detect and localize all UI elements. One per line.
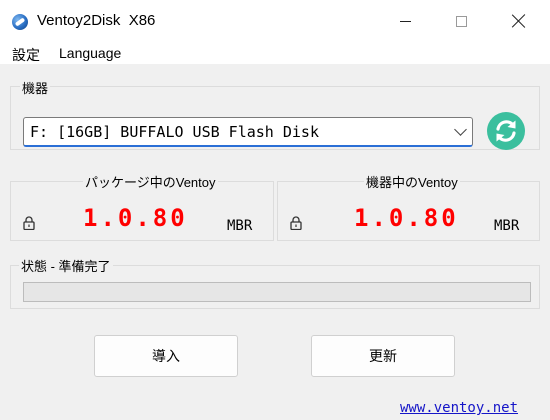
menu-settings[interactable]: 設定 [12, 45, 40, 65]
device-version-number: 1.0.80 [354, 204, 459, 232]
ventoy-app-icon [12, 14, 28, 30]
package-version-number: 1.0.80 [83, 204, 188, 232]
device-version-label: 機器中のVentoy [364, 172, 460, 191]
title-bar[interactable]: Ventoy2Disk X86 [0, 0, 550, 42]
package-version-groupbox: パッケージ中のVentoy 1.0.80 MBR [10, 172, 274, 241]
device-group-label: 機器 [20, 78, 51, 97]
lock-icon [290, 216, 302, 230]
maximize-button [438, 0, 484, 42]
status-label: 状態 - 準備完了 [19, 256, 113, 275]
menu-bar: 設定 Language [0, 42, 550, 64]
window-title: Ventoy2Disk X86 [37, 12, 156, 29]
device-partition-style: MBR [494, 218, 520, 234]
maximize-icon [455, 15, 467, 27]
install-button[interactable]: 導入 [94, 335, 238, 377]
close-button[interactable] [496, 0, 542, 42]
device-groupbox: 機器 F: [16GB] BUFFALO USB Flash Disk [10, 78, 540, 150]
lock-icon [23, 216, 35, 230]
menu-language[interactable]: Language [59, 45, 121, 61]
device-select-value: F: [16GB] BUFFALO USB Flash Disk [30, 123, 319, 141]
package-partition-style: MBR [227, 218, 253, 234]
package-version-label: パッケージ中のVentoy [83, 172, 218, 191]
minimize-button[interactable] [382, 0, 428, 42]
refresh-button[interactable] [487, 112, 525, 150]
close-icon [512, 14, 526, 28]
status-groupbox: 状態 - 準備完了 [10, 256, 540, 309]
minimize-icon [399, 20, 411, 22]
main-panel: 機器 F: [16GB] BUFFALO USB Flash Disk パッケー… [0, 64, 550, 420]
device-select[interactable]: F: [16GB] BUFFALO USB Flash Disk [23, 117, 473, 147]
update-button[interactable]: 更新 [311, 335, 455, 377]
refresh-icon [496, 120, 516, 142]
chevron-down-icon [454, 123, 467, 136]
progress-bar [23, 282, 531, 302]
website-link[interactable]: www.ventoy.net [400, 400, 518, 416]
device-version-groupbox: 機器中のVentoy 1.0.80 MBR [277, 172, 540, 241]
